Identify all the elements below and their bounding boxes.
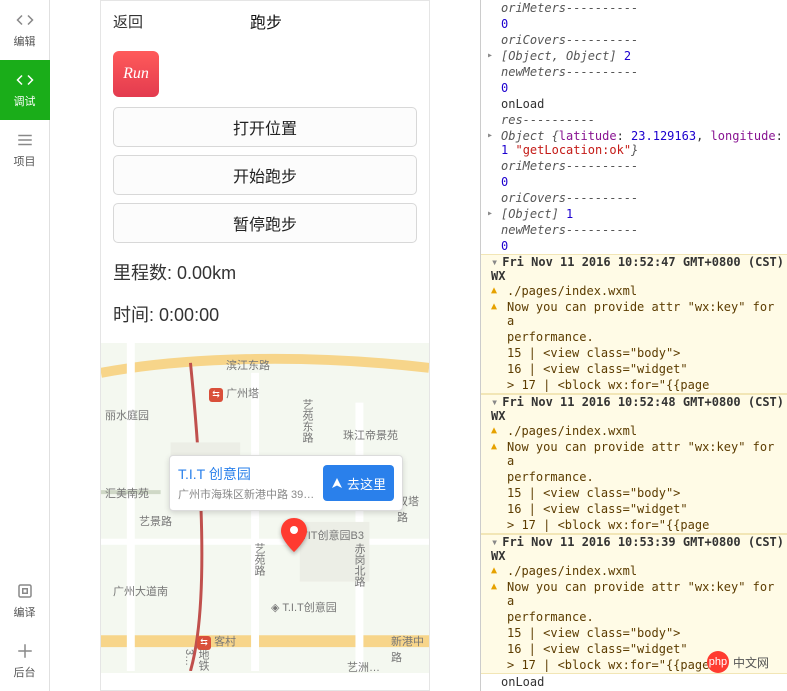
map-label: 滨江东路 bbox=[226, 357, 270, 373]
time-value: 0:00:00 bbox=[159, 305, 219, 325]
console-line: oriCovers---------- bbox=[501, 191, 638, 205]
sidebar-label: 调试 bbox=[14, 93, 36, 109]
phone-body: Run 打开位置 开始跑步 暂停跑步 里程数: 0.00km 时间: 0:00:… bbox=[101, 41, 429, 343]
console-line: oriMeters---------- bbox=[501, 159, 638, 173]
map-label: 汇美南苑 bbox=[105, 485, 149, 501]
sidebar-item-compile[interactable]: 编译 bbox=[0, 571, 50, 631]
distance-value: 0.00km bbox=[177, 263, 236, 283]
map-label: 艺苑路 bbox=[251, 543, 267, 576]
console-warning-file: ./pages/index.wxml bbox=[481, 563, 787, 579]
console-warning-perf: performance. bbox=[481, 609, 787, 625]
distance-row: 里程数: 0.00km bbox=[113, 259, 417, 285]
sidebar-item-more[interactable]: 后台 bbox=[0, 631, 50, 691]
console-warning-code: > 17 | <block wx:for="{{page bbox=[481, 517, 787, 533]
map-label: 艺景路 bbox=[139, 513, 172, 529]
console-value: 0 bbox=[501, 239, 508, 253]
map-label: 新港中路 bbox=[391, 633, 429, 665]
console-warning-code: 15 | <view class="body"> bbox=[481, 345, 787, 361]
map-label: ⇆ 客村 bbox=[197, 633, 236, 650]
metro-icon: ⇆ bbox=[209, 388, 223, 402]
console-warning-code: 16 | <view class="widget" bbox=[481, 501, 787, 517]
devtools-console[interactable]: oriMeters---------- 0 oriCovers---------… bbox=[480, 0, 787, 691]
console-line: oriMeters---------- bbox=[501, 1, 638, 15]
ide-sidebar: 编辑 调试 项目 编译 后台 bbox=[0, 0, 50, 691]
sidebar-item-edit[interactable]: 编辑 bbox=[0, 0, 50, 60]
phone-frame: 返回 跑步 Run 打开位置 开始跑步 暂停跑步 里程数: 0.00km 时间:… bbox=[100, 0, 430, 691]
logo-text: 中文网 bbox=[733, 654, 769, 671]
console-warning-group[interactable]: Fri Nov 11 2016 10:52:47 GMT+0800 (CST) … bbox=[481, 254, 787, 394]
page-title: 跑步 bbox=[115, 9, 417, 33]
sidebar-label: 项目 bbox=[14, 153, 36, 169]
console-warning-code: 15 | <view class="body"> bbox=[481, 625, 787, 641]
console-warning-code: 15 | <view class="body"> bbox=[481, 485, 787, 501]
app-icon: Run bbox=[113, 51, 159, 97]
watermark-logo: php 中文网 bbox=[707, 651, 769, 673]
console-warning-time: Fri Nov 11 2016 10:53:39 GMT+0800 (CST) … bbox=[481, 535, 787, 563]
map-label: 地铁3… bbox=[183, 649, 211, 673]
map-go-label: 去这里 bbox=[347, 474, 386, 493]
map-label: 珠江帝景苑 bbox=[343, 427, 398, 443]
map-label: 赤岗北路 bbox=[351, 543, 367, 587]
menu-icon bbox=[16, 131, 34, 149]
time-row: 时间: 0:00:00 bbox=[113, 301, 417, 327]
console-value: 0 bbox=[501, 17, 508, 31]
time-label: 时间: bbox=[113, 305, 154, 325]
logo-icon: php bbox=[707, 651, 729, 673]
map-label: 广州大道南 bbox=[113, 583, 168, 599]
map-go-button[interactable]: 去这里 bbox=[323, 465, 394, 501]
console-object[interactable]: Object {latitude: 23.129163, longitude: … bbox=[481, 128, 787, 158]
map-callout-title[interactable]: T.I.T 创意园 bbox=[178, 464, 315, 484]
console-warning-msg: Now you can provide attr "wx:key" for a bbox=[481, 439, 787, 469]
console-warning-file: ./pages/index.wxml bbox=[481, 283, 787, 299]
map-label: 艺洲… bbox=[347, 659, 380, 673]
console-line: oriCovers---------- bbox=[501, 33, 638, 47]
map-callout: T.I.T 创意园 广州市海珠区新港中路 397 号 去这里 bbox=[169, 455, 403, 511]
console-warning-file: ./pages/index.wxml bbox=[481, 423, 787, 439]
console-warning-msg: Now you can provide attr "wx:key" for a bbox=[481, 579, 787, 609]
compile-icon bbox=[16, 582, 34, 600]
sidebar-label: 编译 bbox=[14, 604, 36, 620]
console-warning-perf: performance. bbox=[481, 329, 787, 345]
console-line: newMeters---------- bbox=[501, 65, 638, 79]
console-line: onLoad bbox=[481, 674, 787, 690]
map-label: TIT创意园B3 bbox=[301, 527, 364, 543]
simulator-column: 返回 跑步 Run 打开位置 开始跑步 暂停跑步 里程数: 0.00km 时间:… bbox=[50, 0, 480, 691]
console-warning-code: > 17 | <block wx:for="{{page bbox=[481, 377, 787, 393]
plus-icon bbox=[16, 642, 34, 660]
navigate-icon bbox=[331, 477, 343, 489]
console-line: res---------- bbox=[501, 113, 595, 127]
pause-run-button[interactable]: 暂停跑步 bbox=[113, 203, 417, 243]
sidebar-label: 编辑 bbox=[14, 33, 36, 49]
sidebar-item-debug[interactable]: 调试 bbox=[0, 60, 50, 120]
start-run-button[interactable]: 开始跑步 bbox=[113, 155, 417, 195]
console-warning-time: Fri Nov 11 2016 10:52:47 GMT+0800 (CST) … bbox=[481, 255, 787, 283]
sidebar-label: 后台 bbox=[14, 664, 36, 680]
console-line: newMeters---------- bbox=[501, 223, 638, 237]
console-value: 0 bbox=[501, 175, 508, 189]
map-label: ⇆ 广州塔 bbox=[209, 385, 259, 402]
phone-navbar: 返回 跑步 bbox=[101, 1, 429, 41]
console-warning-group[interactable]: Fri Nov 11 2016 10:52:48 GMT+0800 (CST) … bbox=[481, 394, 787, 534]
console-warning-time: Fri Nov 11 2016 10:52:48 GMT+0800 (CST) … bbox=[481, 395, 787, 423]
code-icon bbox=[16, 71, 34, 89]
map-label: 丽水庭园 bbox=[105, 407, 149, 423]
distance-label: 里程数: bbox=[113, 263, 172, 283]
open-location-button[interactable]: 打开位置 bbox=[113, 107, 417, 147]
map-label: ◈ T.I.T创意园 bbox=[271, 599, 337, 615]
console-warning-perf: performance. bbox=[481, 469, 787, 485]
map-callout-address: 广州市海珠区新港中路 397 号 bbox=[178, 486, 315, 502]
console-warning-code: 16 | <view class="widget" bbox=[481, 361, 787, 377]
map-view[interactable]: 滨江东路 ⇆ 广州塔 丽水庭园 艺苑东路 珠江帝景苑 汇美南苑 艺景路 双塔路 … bbox=[101, 343, 429, 673]
console-value: 0 bbox=[501, 81, 508, 95]
console-warning-msg: Now you can provide attr "wx:key" for a bbox=[481, 299, 787, 329]
map-pin-icon bbox=[281, 518, 307, 555]
metro-icon: ⇆ bbox=[197, 636, 211, 650]
map-label: 艺苑东路 bbox=[299, 399, 315, 443]
sidebar-item-project[interactable]: 项目 bbox=[0, 120, 50, 180]
console-line: onLoad bbox=[481, 96, 787, 112]
code-icon bbox=[16, 11, 34, 29]
console-object[interactable]: [Object] 1 bbox=[481, 206, 787, 222]
console-object[interactable]: [Object, Object] 2 bbox=[481, 48, 787, 64]
